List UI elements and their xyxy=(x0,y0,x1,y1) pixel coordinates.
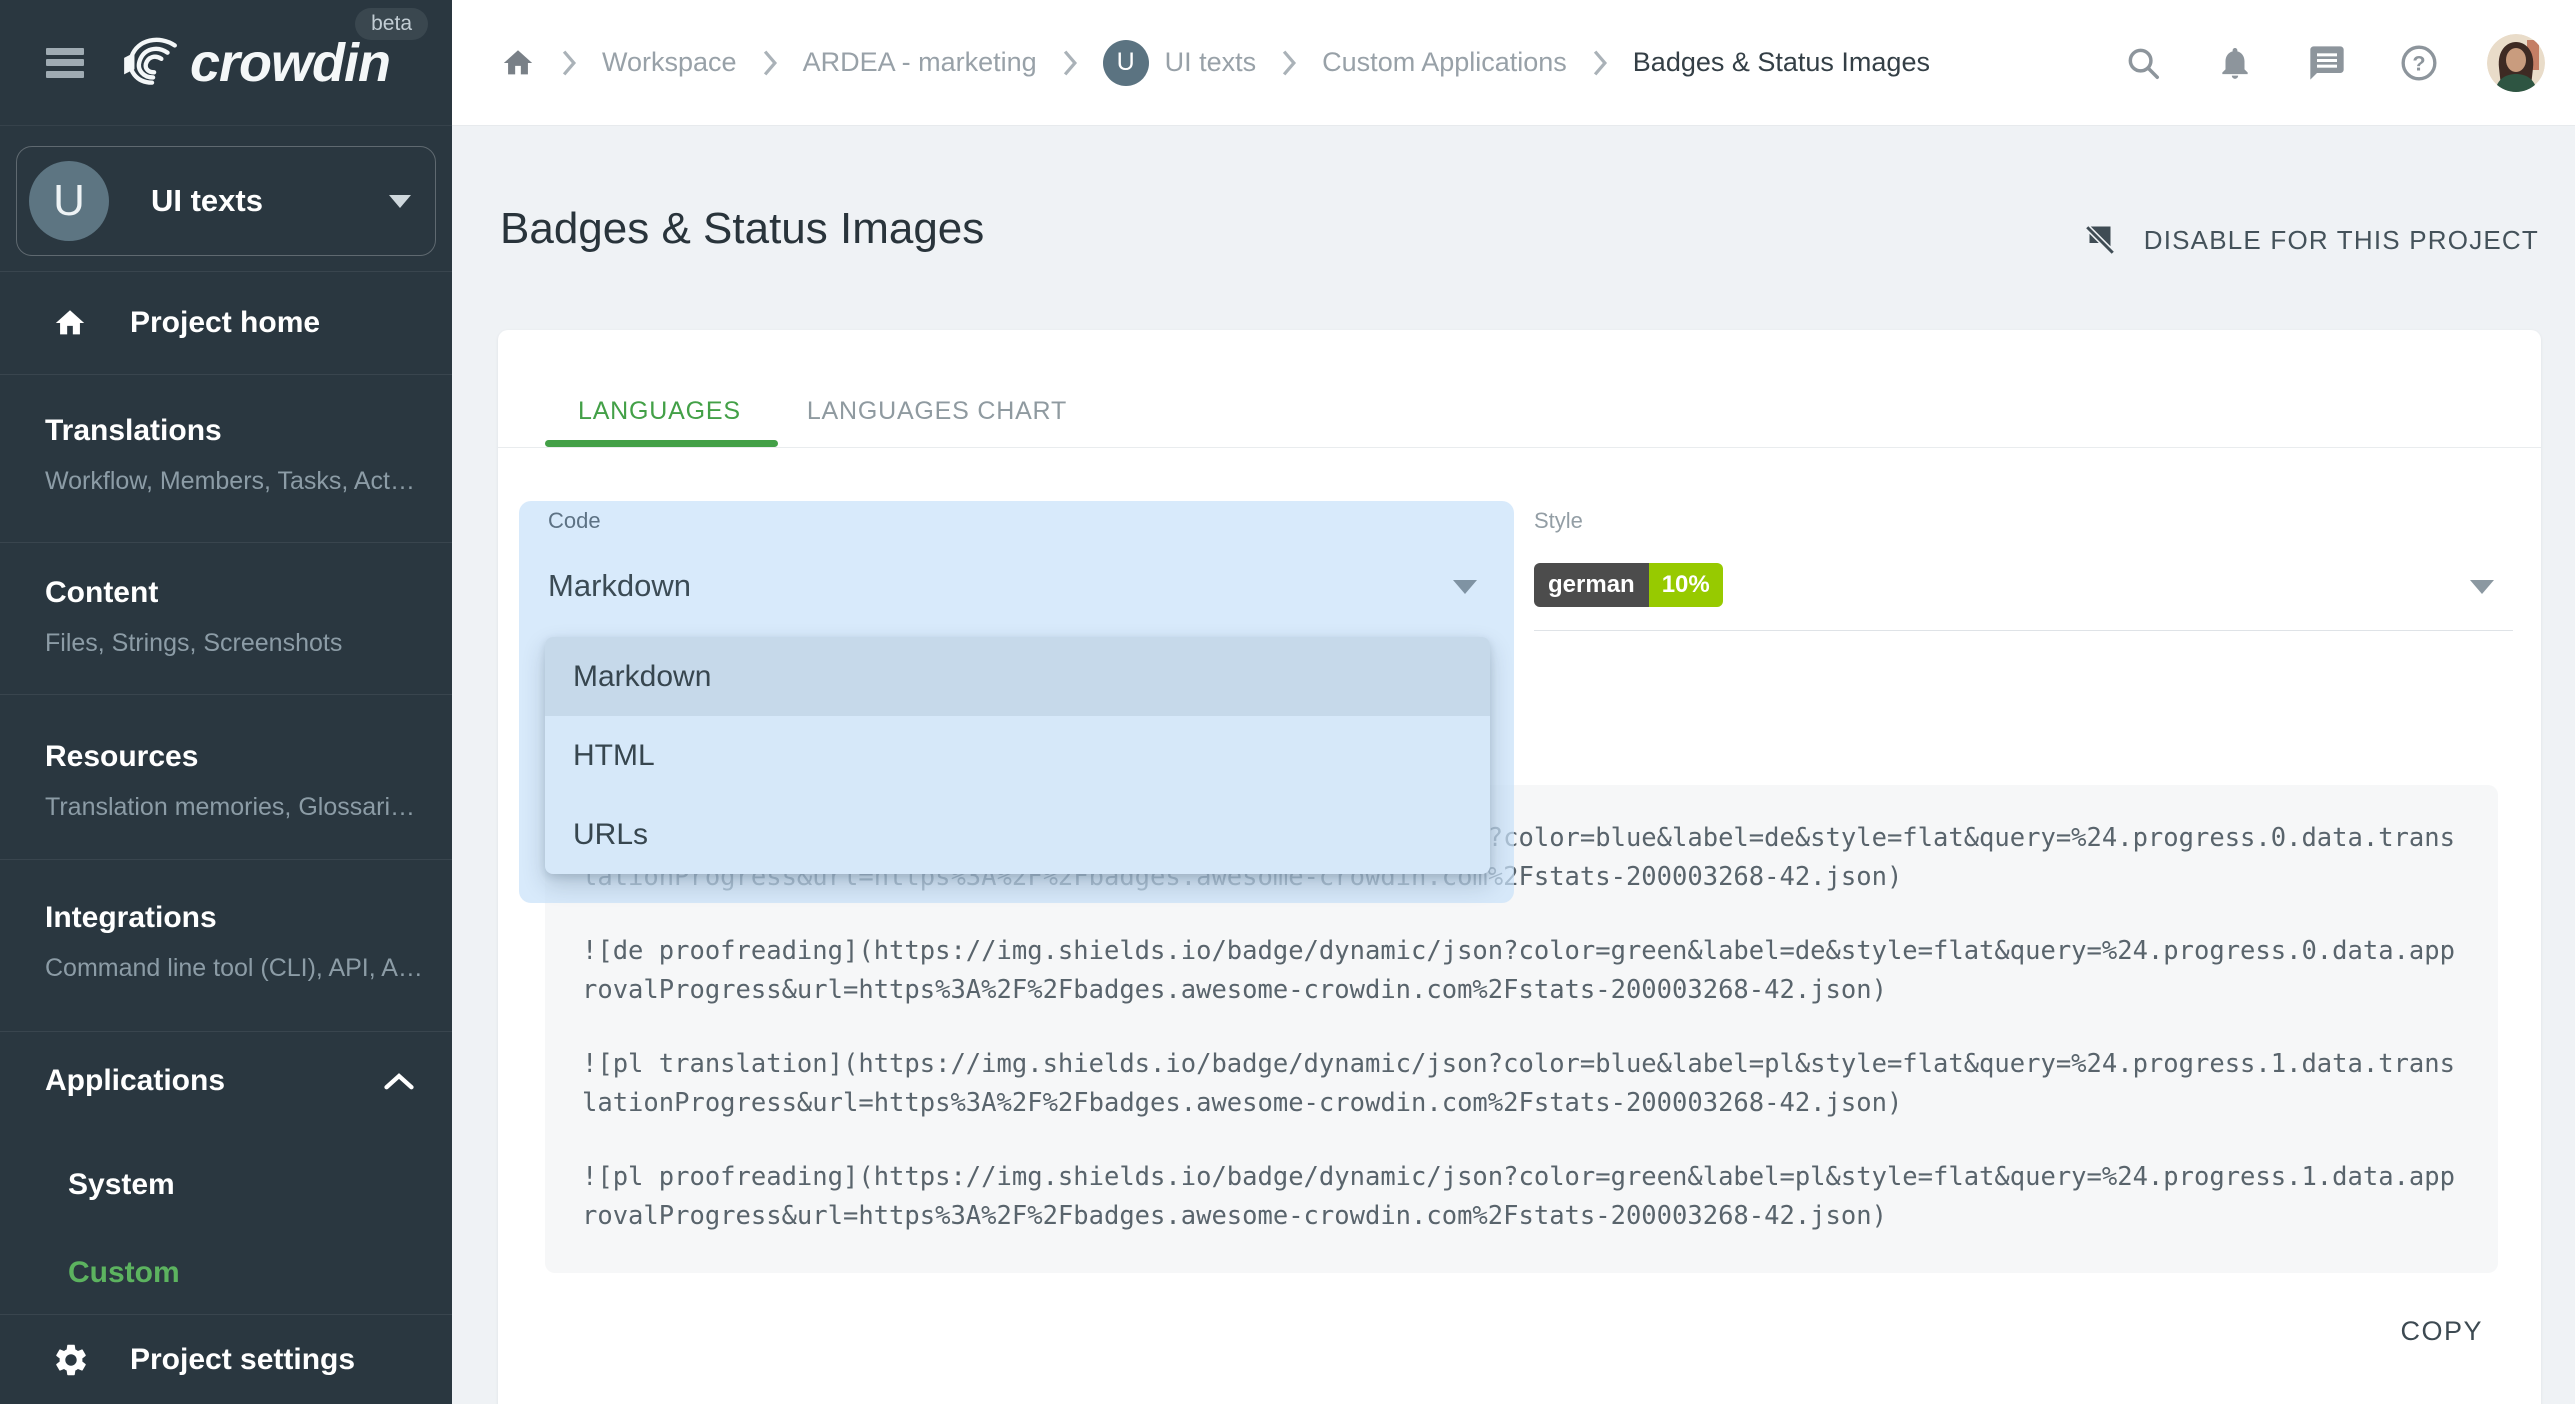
code-line: ![pl translation](https://img.shields.io… xyxy=(582,1045,2498,1084)
project-avatar: U xyxy=(29,161,109,241)
sidebar-item-project-home[interactable]: Project home xyxy=(0,272,452,375)
svg-text:?: ? xyxy=(2412,50,2425,75)
style-select-underline xyxy=(1534,630,2513,631)
flag-off-icon xyxy=(2082,222,2118,258)
active-tab-indicator xyxy=(545,440,778,447)
sidebar-item-system[interactable]: System xyxy=(68,1168,414,1202)
section-subtitle: Workflow, Members, Tasks, Act… xyxy=(45,467,452,496)
code-snippet: ![pl proofreading](https://img.shields.i… xyxy=(582,1158,2498,1236)
badges-card: LANGUAGES LANGUAGES CHART ![de translati… xyxy=(498,330,2541,1404)
project-selector[interactable]: U UI texts xyxy=(16,146,436,256)
code-select-value[interactable]: Markdown xyxy=(548,568,691,604)
tab-languages-chart[interactable]: LANGUAGES CHART xyxy=(774,382,1100,440)
sidebar-top: crowdin beta xyxy=(0,0,452,126)
tabs: LANGUAGES LANGUAGES CHART xyxy=(545,382,1100,440)
breadcrumb-workspace[interactable]: Workspace xyxy=(602,47,737,78)
code-line: lationProgress&url=https%3A%2F%2Fbadges.… xyxy=(582,1084,2498,1123)
section-subtitle: Translation memories, Glossari… xyxy=(45,793,452,822)
section-title: Applications xyxy=(45,1064,225,1098)
code-select-label: Code xyxy=(548,508,601,534)
user-avatar[interactable] xyxy=(2487,34,2545,92)
breadcrumb-current-page: Badges & Status Images xyxy=(1633,47,1930,78)
chevron-right-icon xyxy=(1280,50,1298,76)
page-title: Badges & Status Images xyxy=(500,204,984,254)
code-line: rovalProgress&url=https%3A%2F%2Fbadges.a… xyxy=(582,971,2498,1010)
breadcrumb-avatar: U xyxy=(1103,40,1149,86)
sidebar-item-translations[interactable]: Translations Workflow, Members, Tasks, A… xyxy=(0,375,452,543)
code-select-dropdown: Markdown HTML URLs xyxy=(545,637,1490,874)
breadcrumb: Workspace ARDEA - marketing U UI texts C… xyxy=(500,40,2071,86)
style-badge-preview[interactable]: german 10% xyxy=(1534,563,1723,607)
breadcrumb-label: UI texts xyxy=(1165,47,1257,78)
disable-button-label: DISABLE FOR THIS PROJECT xyxy=(2144,225,2539,256)
chevron-up-icon xyxy=(384,1071,414,1091)
top-header: Workspace ARDEA - marketing U UI texts C… xyxy=(452,0,2575,126)
main-content: Badges & Status Images DISABLE FOR THIS … xyxy=(452,126,2575,1404)
dropdown-option-urls[interactable]: URLs xyxy=(545,795,1490,874)
beta-badge: beta xyxy=(355,8,428,40)
header-actions: ? xyxy=(2071,34,2545,92)
chevron-down-icon xyxy=(389,195,411,208)
breadcrumb-ui-texts[interactable]: U UI texts xyxy=(1103,40,1257,86)
badge-progress-value: 10% xyxy=(1649,563,1723,607)
dropdown-option-html[interactable]: HTML xyxy=(545,716,1490,795)
sidebar-section-applications: Applications System Custom xyxy=(0,1032,452,1315)
code-line: rovalProgress&url=https%3A%2F%2Fbadges.a… xyxy=(582,1197,2498,1236)
project-selector-wrap: U UI texts xyxy=(0,126,452,272)
app-screen: crowdin beta U UI texts Project home Tra… xyxy=(0,0,2575,1404)
tabs-divider xyxy=(498,447,2541,448)
badge-language-label: german xyxy=(1534,563,1649,607)
home-icon xyxy=(52,306,88,340)
home-icon[interactable] xyxy=(500,46,536,80)
messages-chat-icon[interactable] xyxy=(2307,43,2347,83)
sidebar-item-resources[interactable]: Resources Translation memories, Glossari… xyxy=(0,695,452,860)
gear-icon xyxy=(52,1341,90,1379)
hamburger-menu-icon[interactable] xyxy=(46,48,84,78)
sidebar-item-project-settings[interactable]: Project settings xyxy=(0,1315,452,1404)
sidebar-item-label: Project settings xyxy=(130,1343,355,1377)
logo-wordmark: crowdin xyxy=(190,32,390,94)
section-subtitle: Command line tool (CLI), API, A… xyxy=(45,954,452,983)
sidebar-item-label: Project home xyxy=(130,306,320,340)
search-icon[interactable] xyxy=(2123,43,2163,83)
section-title: Content xyxy=(45,576,452,610)
sidebar: crowdin beta U UI texts Project home Tra… xyxy=(0,0,452,1404)
chevron-right-icon xyxy=(560,50,578,76)
code-snippet: ![de proofreading](https://img.shields.i… xyxy=(582,932,2498,1010)
dropdown-option-markdown[interactable]: Markdown xyxy=(545,637,1490,716)
sidebar-item-custom[interactable]: Custom xyxy=(68,1256,414,1290)
sidebar-item-applications[interactable]: Applications xyxy=(45,1064,414,1098)
section-title: Resources xyxy=(45,740,452,774)
sidebar-item-content[interactable]: Content Files, Strings, Screenshots xyxy=(0,543,452,695)
chevron-right-icon xyxy=(1591,50,1609,76)
chevron-down-icon[interactable] xyxy=(1453,580,1477,594)
notifications-bell-icon[interactable] xyxy=(2215,43,2255,83)
chevron-right-icon xyxy=(1061,50,1079,76)
code-snippet: ![pl translation](https://img.shields.io… xyxy=(582,1045,2498,1123)
section-title: Integrations xyxy=(45,901,452,935)
code-line: ![pl proofreading](https://img.shields.i… xyxy=(582,1158,2498,1197)
crowdin-logo[interactable]: crowdin xyxy=(118,32,390,94)
breadcrumb-project[interactable]: ARDEA - marketing xyxy=(803,47,1037,78)
tab-languages[interactable]: LANGUAGES xyxy=(545,382,774,440)
section-title: Translations xyxy=(45,414,452,448)
crowdin-logo-icon xyxy=(118,32,184,94)
chevron-down-icon[interactable] xyxy=(2470,580,2494,594)
section-subtitle: Files, Strings, Screenshots xyxy=(45,629,452,658)
copy-button[interactable]: COPY xyxy=(2400,1316,2483,1347)
help-icon[interactable]: ? xyxy=(2399,43,2439,83)
code-line: ![de proofreading](https://img.shields.i… xyxy=(582,932,2498,971)
disable-for-project-button[interactable]: DISABLE FOR THIS PROJECT xyxy=(2082,222,2539,258)
breadcrumb-custom-applications[interactable]: Custom Applications xyxy=(1322,47,1567,78)
style-select-label: Style xyxy=(1534,508,1583,534)
project-name: UI texts xyxy=(151,183,389,219)
sidebar-item-integrations[interactable]: Integrations Command line tool (CLI), AP… xyxy=(0,860,452,1032)
chevron-right-icon xyxy=(761,50,779,76)
